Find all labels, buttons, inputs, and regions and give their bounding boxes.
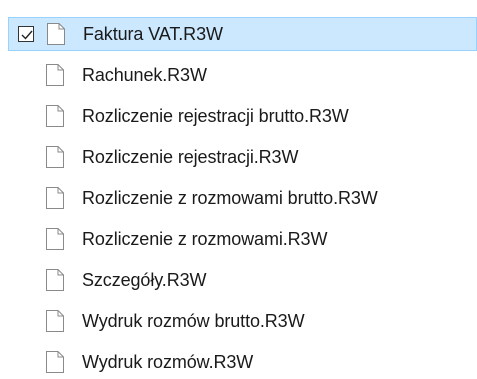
file-row[interactable]: Rozliczenie z rozmowami.R3W (8, 222, 477, 256)
file-icon (46, 269, 64, 291)
file-row[interactable]: Rozliczenie rejestracji brutto.R3W (8, 99, 477, 133)
file-name: Faktura VAT.R3W (83, 23, 223, 44)
file-icon (46, 310, 64, 332)
file-name: Rozliczenie rejestracji brutto.R3W (82, 105, 349, 126)
file-icon (46, 351, 64, 373)
file-icon (46, 105, 64, 127)
file-icon (47, 23, 65, 45)
file-list: Faktura VAT.R3W Rachunek.R3W Rozliczenie… (0, 0, 477, 379)
checkmark-icon (21, 30, 33, 40)
file-row[interactable]: Rozliczenie rejestracji.R3W (8, 140, 477, 174)
file-name: Wydruk rozmów brutto.R3W (82, 310, 305, 331)
file-row[interactable]: Faktura VAT.R3W (8, 17, 477, 51)
file-name: Rozliczenie z rozmowami brutto.R3W (82, 187, 378, 208)
file-name: Rachunek.R3W (82, 64, 207, 85)
file-icon (46, 64, 64, 86)
file-name: Rozliczenie rejestracji.R3W (82, 146, 299, 167)
file-name: Szczegóły.R3W (82, 269, 207, 290)
file-name: Rozliczenie z rozmowami.R3W (82, 228, 328, 249)
file-row[interactable]: Rozliczenie z rozmowami brutto.R3W (8, 181, 477, 215)
file-name: Wydruk rozmów.R3W (82, 351, 254, 372)
checkbox-icon[interactable] (18, 26, 34, 42)
file-icon (46, 187, 64, 209)
file-icon (46, 228, 64, 250)
file-row[interactable]: Wydruk rozmów brutto.R3W (8, 304, 477, 338)
file-row[interactable]: Szczegóły.R3W (8, 263, 477, 297)
file-row[interactable]: Rachunek.R3W (8, 58, 477, 92)
file-icon (46, 146, 64, 168)
file-row[interactable]: Wydruk rozmów.R3W (8, 345, 477, 379)
